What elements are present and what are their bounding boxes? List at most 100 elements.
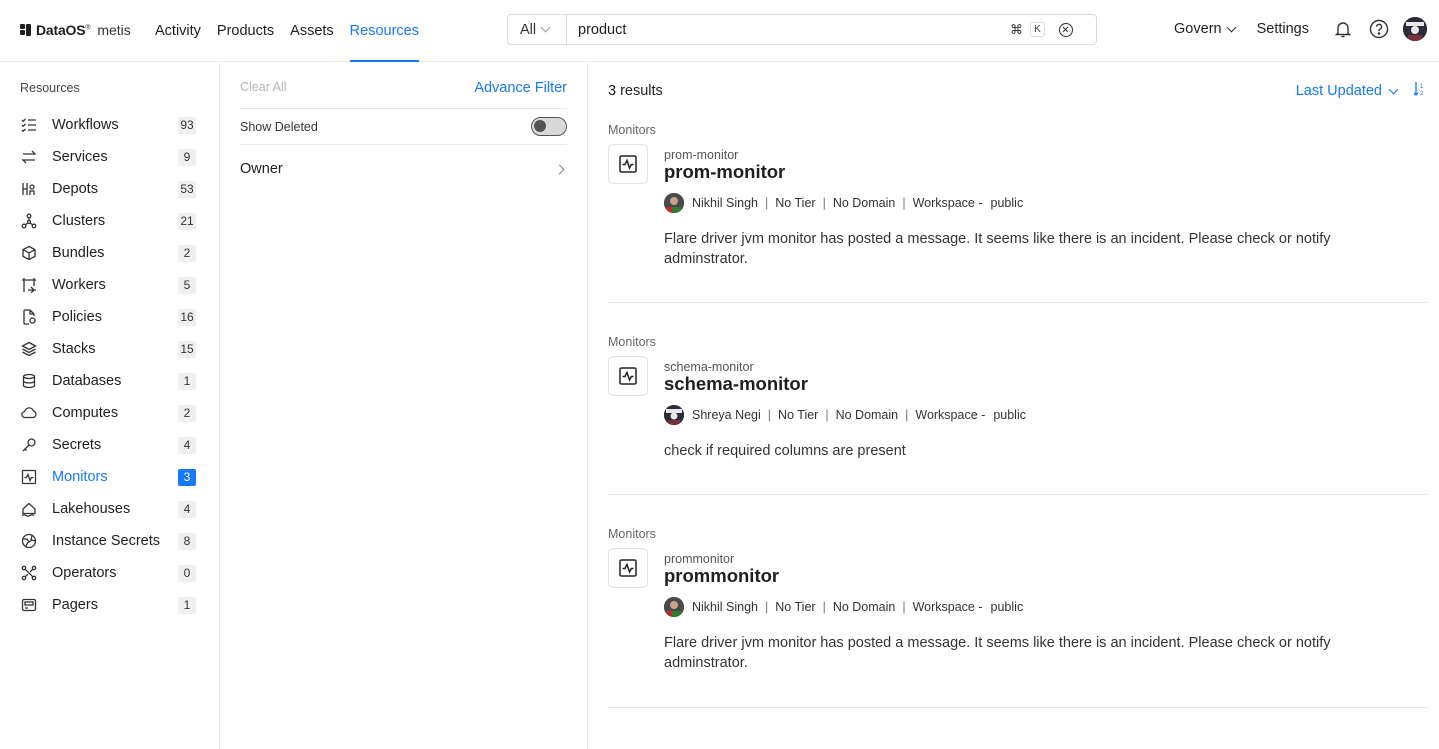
clear-all-button[interactable]: Clear All [240,80,287,96]
user-avatar[interactable] [1403,17,1427,41]
resource-type-list: Workflows 93 Services 9 Depots 53 Cluste… [20,109,196,621]
computes-icon [20,404,38,422]
sidebar-item-count: 2 [178,404,196,422]
search-scope-select[interactable]: All [508,15,567,44]
separator: | [767,408,772,422]
domain: No Domain [832,600,896,614]
domain: No Domain [832,196,896,210]
dataos-logo[interactable]: DataOS® metis [20,22,131,38]
k-key: K [1030,22,1045,37]
sidebar-item-label: Stacks [52,341,96,357]
product-name: metis [97,22,131,38]
help-icon[interactable] [1367,17,1391,41]
results-count: 3 results [608,83,663,99]
result-type: Monitors [608,527,656,541]
nav-products[interactable]: Products [217,0,274,62]
sidebar-item-services[interactable]: Services 9 [20,141,196,173]
result-card[interactable]: Monitors prom-monitor prom-monitor Nikhi… [608,123,1428,303]
sidebar-item-workers[interactable]: Workers 5 [20,269,196,301]
brand-name: DataOS® [36,22,91,38]
result-title[interactable]: schema-monitor [664,373,808,395]
sidebar-item-label: Lakehouses [52,501,131,517]
tier: No Tier [778,408,819,422]
sort-order-icon[interactable]: 12 [1413,81,1427,100]
sidebar-item-count: 3 [178,468,196,486]
sidebar-item-clusters[interactable]: Clusters 21 [20,205,196,237]
nav-resources[interactable]: Resources [349,0,420,62]
sidebar-item-label: Policies [52,309,102,325]
search-input[interactable] [567,21,997,38]
sidebar-item-workflows[interactable]: Workflows 93 [20,109,196,141]
sidebar-item-pagers[interactable]: Pagers 1 [20,589,196,621]
separator: | [765,600,769,614]
sidebar-item-monitors[interactable]: Monitors 3 [20,461,196,493]
sidebar-item-secrets[interactable]: Secrets 4 [20,429,196,461]
command-key-icon: ⌘ [1010,21,1023,37]
sidebar-item-depots[interactable]: Depots 53 [20,173,196,205]
monitor-icon [608,356,648,396]
sidebar-item-databases[interactable]: Databases 1 [20,365,196,397]
result-title[interactable]: prommonitor [664,565,779,587]
result-meta: Nikhil Singh | No Tier | No Domain | Wor… [664,597,1024,617]
separator: | [825,408,829,422]
sidebar-item-stacks[interactable]: Stacks 15 [20,333,196,365]
sidebar-item-lakehouses[interactable]: Lakehouses 4 [20,493,196,525]
result-type: Monitors [608,335,656,349]
result-meta: Shreya Negi | No Tier | No Domain | Work… [664,405,1026,425]
govern-label: Govern [1174,21,1222,37]
sidebar-item-label: Workflows [52,117,119,133]
bell-icon[interactable] [1331,17,1355,41]
nav-assets[interactable]: Assets [290,0,334,62]
main-nav: Activity Products Assets Resources [155,0,420,62]
owner-name[interactable]: Shreya Negi [692,408,761,422]
sidebar-item-label: Pagers [52,597,98,613]
result-title[interactable]: prom-monitor [664,161,785,183]
tier: No Tier [775,600,816,614]
monitor-icon [608,144,648,184]
lakehouses-icon [20,500,38,518]
svg-text:1: 1 [1420,84,1424,90]
chevron-down-icon [1226,22,1237,32]
monitors-icon [20,468,38,486]
separator: | [765,196,769,210]
workspace-value: public [990,600,1024,614]
result-card[interactable]: Monitors prommonitor prommonitor Nikhil … [608,527,1428,708]
nav-activity[interactable]: Activity [155,0,201,62]
owner-name[interactable]: Nikhil Singh [692,196,758,210]
depots-icon [20,180,38,198]
separator: | [902,600,906,614]
owner-filter-label: Owner [240,161,283,177]
sidebar-item-computes[interactable]: Computes 2 [20,397,196,429]
sort-dropdown[interactable]: Last Updated [1295,83,1399,99]
owner-avatar [664,405,684,425]
sidebar-item-instance-secrets[interactable]: Instance Secrets 8 [20,525,196,557]
workspace-label: Workspace - [912,600,983,614]
clusters-icon [20,212,38,230]
keyboard-shortcut-hint: ⌘ K [1007,21,1045,39]
result-card[interactable]: Monitors schema-monitor schema-monitor S… [608,335,1428,495]
monitor-icon [608,548,648,588]
sidebar-item-policies[interactable]: Policies 16 [20,301,196,333]
show-deleted-toggle[interactable] [531,117,567,136]
result-fqn: schema-monitor [664,360,754,374]
resources-sidebar: Resources Workflows 93 Services 9 Depots… [0,63,220,749]
sidebar-item-bundles[interactable]: Bundles 2 [20,237,196,269]
separator: | [902,196,906,210]
sort-label: Last Updated [1295,83,1382,99]
owner-name[interactable]: Nikhil Singh [692,600,758,614]
policies-icon [20,308,38,326]
filter-panel: Clear All Advance Filter Show Deleted Ow… [220,63,588,749]
sidebar-item-operators[interactable]: Operators 0 [20,557,196,589]
workspace-label: Workspace - [912,196,983,210]
owner-filter[interactable]: Owner [240,156,567,182]
result-description: check if required columns are present [664,443,906,459]
govern-dropdown[interactable]: Govern [1174,21,1237,37]
sidebar-item-label: Computes [52,405,119,421]
domain: No Domain [835,408,899,422]
settings-link[interactable]: Settings [1257,21,1309,37]
sidebar-item-count: 1 [178,372,196,390]
sidebar-item-count: 2 [178,244,196,262]
clear-search-icon[interactable] [1059,22,1073,37]
advance-filter-button[interactable]: Advance Filter [474,80,567,96]
search-scope-value: All [520,21,537,38]
